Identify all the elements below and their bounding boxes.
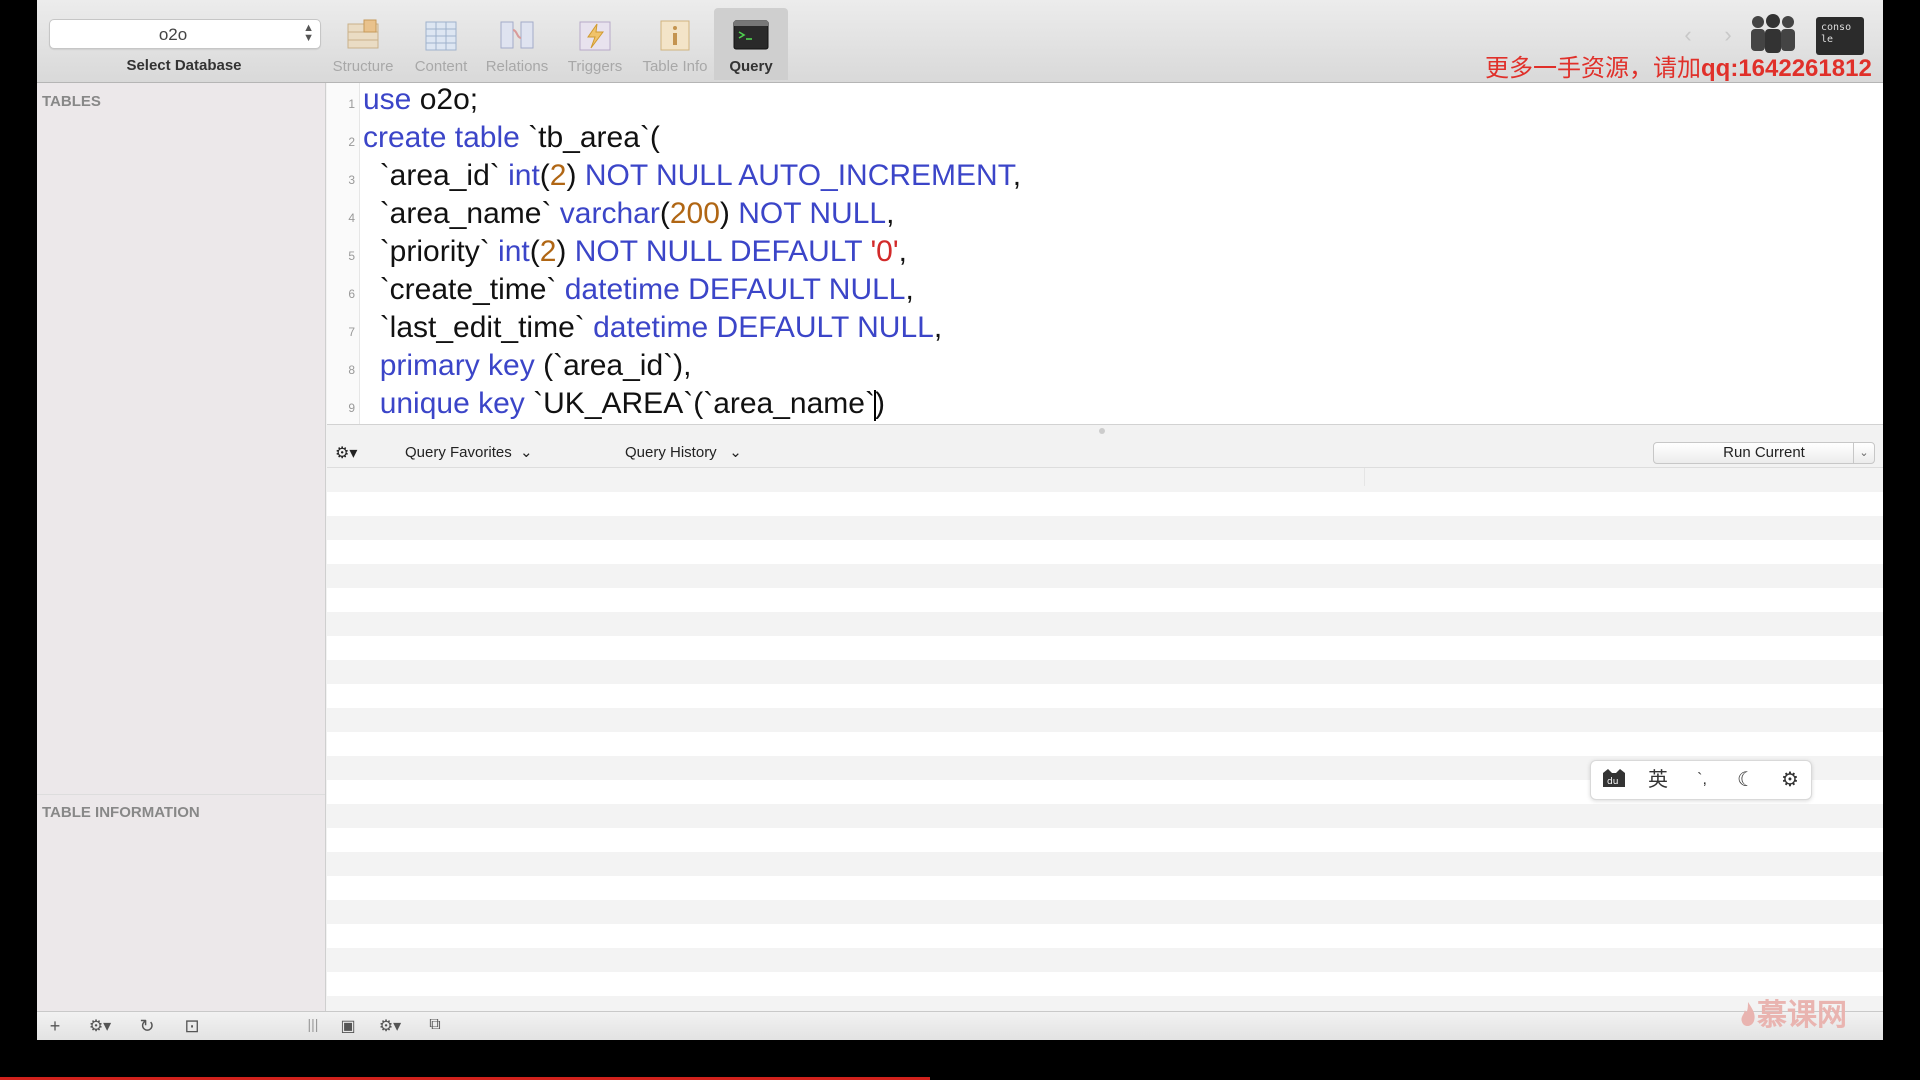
query-history-menu[interactable]: Query History ⌄ <box>625 443 742 461</box>
sequel-pro-window: o2o ▲ ▼ Select Database Structure Content <box>37 0 1883 1040</box>
logo-text: 慕课网 <box>1757 999 1847 1032</box>
code-line: `last_edit_time` datetime DEFAULT NULL, <box>379 311 943 344</box>
triggers-button[interactable]: Triggers <box>558 8 632 80</box>
triggers-label: Triggers <box>567 58 623 75</box>
query-button[interactable]: Query <box>714 8 788 80</box>
editor-splitter[interactable] <box>327 425 1883 437</box>
tables-header: TABLES <box>42 93 101 110</box>
structure-button[interactable]: Structure <box>326 8 400 80</box>
line-number-gutter: 1 2 3 4 5 6 7 8 9 <box>327 83 360 424</box>
watermark-chinese: 更多一手资源，请加 <box>1485 54 1701 82</box>
run-current-button[interactable]: Run Current ⌄ <box>1653 442 1875 464</box>
line-number: 1 <box>348 97 355 111</box>
refresh-icon[interactable]: ↻ <box>134 1016 160 1037</box>
query-label: Query <box>729 58 773 75</box>
column-separator <box>1364 468 1365 486</box>
bottom-bar: + ⚙▾ ↻ ⊡ ||| ▣ ⚙▾ ⧉ <box>37 1011 1883 1040</box>
select-arrows-icon: ▲ ▼ <box>303 22 314 44</box>
results-table[interactable] <box>327 468 1883 1011</box>
add-table-icon[interactable]: + <box>42 1016 68 1037</box>
content-label: Content <box>414 58 468 75</box>
database-select[interactable]: o2o ▲ ▼ <box>49 19 321 49</box>
query-editor[interactable]: 1 2 3 4 5 6 7 8 9 use o2o; create table … <box>327 83 1883 425</box>
ime-toolbar: du 英 `, ☾ ⚙ <box>1590 760 1812 800</box>
watermark-qq: qq:1642261812 <box>1701 55 1872 82</box>
splitter-handle-icon <box>1099 428 1105 434</box>
relations-button[interactable]: Relations <box>480 8 554 80</box>
content-icon <box>425 21 457 51</box>
table-info-label: Table Info <box>642 58 708 75</box>
table-info-button[interactable]: Table Info <box>638 8 712 80</box>
structure-label: Structure <box>332 58 394 75</box>
back-arrow-icon[interactable]: ‹ <box>1669 20 1707 50</box>
filter-icon[interactable]: ⊡ <box>179 1016 205 1037</box>
content-button[interactable]: Content <box>404 8 478 80</box>
query-terminal-icon <box>733 20 769 50</box>
ime-language-toggle[interactable]: 英 <box>1643 767 1673 793</box>
table-info-icon <box>660 20 690 51</box>
line-number: 4 <box>348 211 355 225</box>
triggers-icon <box>579 21 611 51</box>
svg-text:le: le <box>1821 34 1833 45</box>
line-number: 8 <box>348 363 355 377</box>
text-cursor <box>873 389 876 421</box>
query-history-label: Query History <box>625 444 717 461</box>
ime-logo-icon[interactable]: du <box>1599 767 1629 793</box>
svg-text:conso: conso <box>1821 22 1851 33</box>
moon-icon[interactable]: ☾ <box>1731 767 1761 793</box>
copy-icon[interactable]: ⧉ <box>422 1016 448 1034</box>
chevron-down-icon: ⌄ <box>515 444 533 461</box>
relations-label: Relations <box>485 58 549 75</box>
query-gear-menu-icon[interactable]: ⚙▾ <box>335 443 357 463</box>
select-database-label: Select Database <box>126 57 242 74</box>
line-number: 7 <box>348 325 355 339</box>
line-number: 9 <box>348 401 355 415</box>
flame-icon <box>1741 1002 1755 1027</box>
image-view-icon[interactable]: ▣ <box>335 1016 361 1036</box>
code-line: primary key (`area_id`), <box>379 349 692 382</box>
results-gear-menu-icon[interactable]: ⚙▾ <box>373 1016 407 1036</box>
code-line: `create_time` datetime DEFAULT NULL, <box>379 273 914 306</box>
line-number: 3 <box>348 173 355 187</box>
database-select-value: o2o <box>158 25 188 44</box>
code-line: `priority` int(2) NOT NULL DEFAULT '0', <box>379 235 907 268</box>
code-line: `area_id` int(2) NOT NULL AUTO_INCREMENT… <box>379 159 1022 192</box>
code-line: create table `tb_area`( <box>363 121 660 154</box>
watermark-text: 更多一手资源，请加qq:1642261812 <box>1485 48 1872 83</box>
relations-icon <box>500 21 534 49</box>
query-favorites-label: Query Favorites <box>405 444 512 461</box>
table-information-header: TABLE INFORMATION <box>42 804 200 821</box>
query-bar: ⚙▾ Query Favorites ⌄ Query History ⌄ Run… <box>327 437 1883 468</box>
code-line: unique key `UK_AREA`(`area_name`) <box>379 387 885 421</box>
table-gear-menu-icon[interactable]: ⚙▾ <box>83 1016 117 1036</box>
line-number: 5 <box>348 249 355 263</box>
gear-icon[interactable]: ⚙ <box>1775 767 1805 793</box>
imooc-logo: 慕课网 <box>1739 990 1847 1034</box>
sidebar: TABLES TABLE INFORMATION <box>37 83 326 1011</box>
line-number: 6 <box>348 287 355 301</box>
chevron-down-icon: ⌄ <box>720 444 742 461</box>
resize-handle-icon[interactable]: ||| <box>300 1016 326 1032</box>
svg-text:du: du <box>1607 777 1618 787</box>
query-favorites-menu[interactable]: Query Favorites ⌄ <box>405 443 533 461</box>
run-options-chevron-icon[interactable]: ⌄ <box>1853 443 1874 463</box>
line-number: 2 <box>348 135 355 149</box>
forward-arrow-icon[interactable]: › <box>1709 20 1747 50</box>
sidebar-divider <box>37 794 325 795</box>
code-line: use o2o; <box>363 83 479 116</box>
ime-punctuation-toggle[interactable]: `, <box>1687 767 1717 793</box>
structure-icon <box>347 19 379 49</box>
code-line: `area_name` varchar(200) NOT NULL, <box>379 197 895 230</box>
run-current-label: Run Current <box>1723 444 1805 461</box>
